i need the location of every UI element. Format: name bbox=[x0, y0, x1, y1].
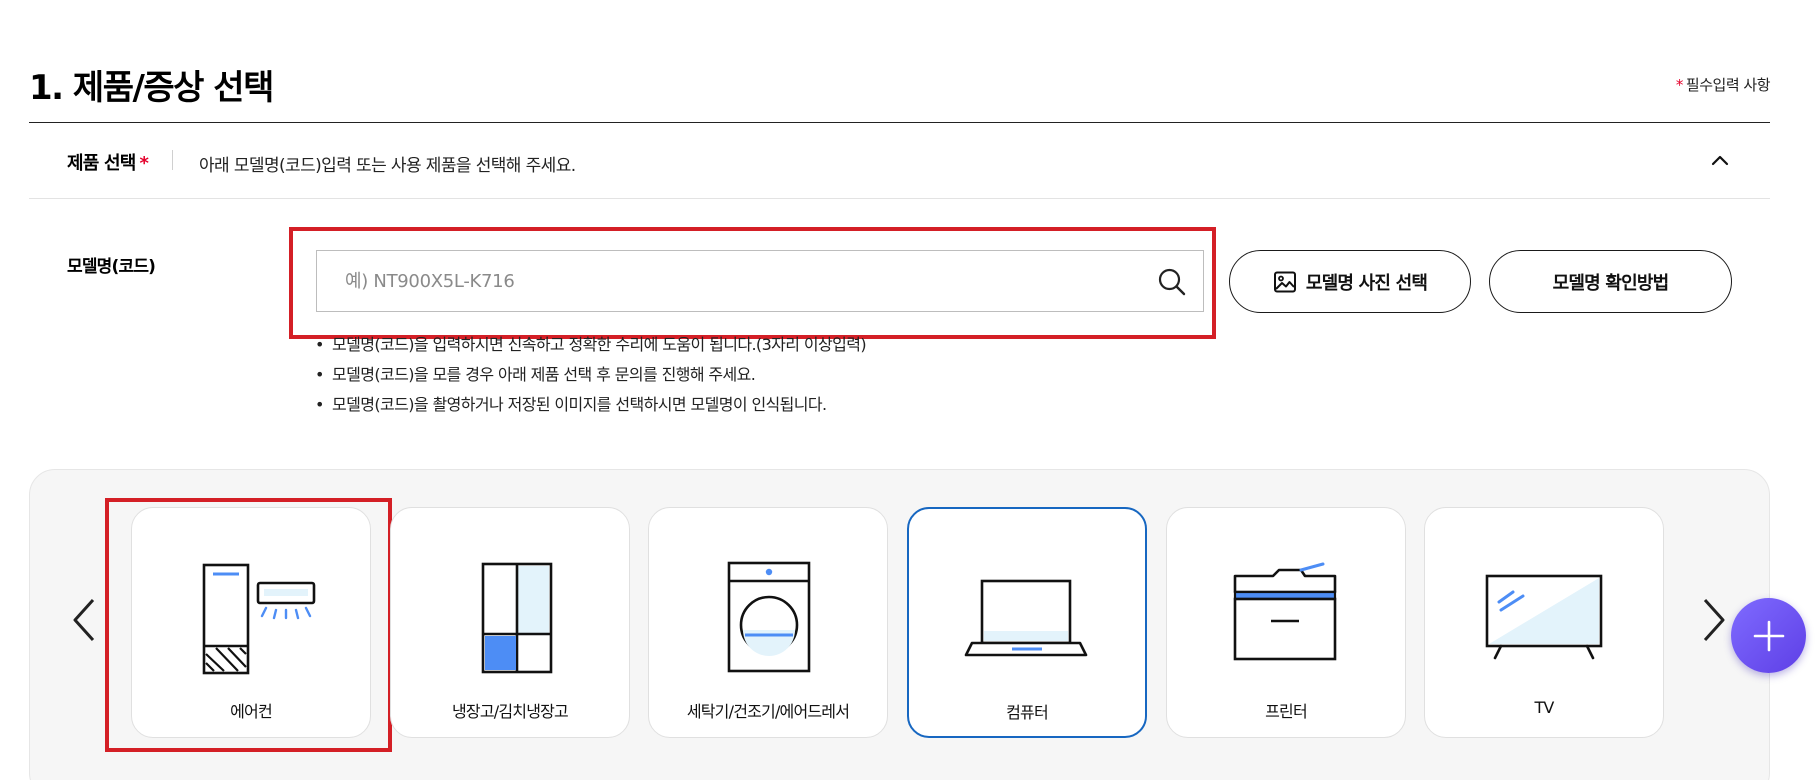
guide-item: 모델명(코드)을 모를 경우 아래 제품 선택 후 문의를 진행해 주세요. bbox=[313, 364, 866, 394]
washing-machine-icon bbox=[703, 550, 833, 675]
card-highlight-box bbox=[105, 498, 392, 752]
product-select-header: 제품 선택 * 아래 모델명(코드)입력 또는 사용 제품을 선택해 주세요. bbox=[29, 123, 1770, 199]
label-divider bbox=[172, 150, 173, 170]
required-star: * bbox=[139, 153, 149, 174]
model-search-box bbox=[316, 250, 1204, 312]
required-star: * bbox=[1675, 76, 1684, 94]
floating-plus-button[interactable] bbox=[1731, 598, 1806, 673]
carousel-prev-arrow-icon[interactable] bbox=[69, 596, 101, 644]
guide-list: 모델명(코드)을 입력하시면 신속하고 정확한 수리에 도움이 됩니다.(3자리… bbox=[313, 334, 867, 424]
category-card-washing-machine[interactable]: 세탁기/건조기/에어드레서 bbox=[648, 507, 888, 738]
search-icon[interactable] bbox=[1157, 267, 1187, 297]
category-card-printer[interactable]: 프린터 bbox=[1166, 507, 1406, 738]
product-select-label-text: 제품 선택 bbox=[67, 153, 136, 174]
category-label: 프린터 bbox=[1265, 702, 1308, 721]
category-label: 컴퓨터 bbox=[1006, 703, 1049, 722]
category-card-computer[interactable]: 컴퓨터 bbox=[907, 507, 1147, 738]
guide-item: 모델명(코드)을 촬영하거나 저장된 이미지를 선택하시면 모델명이 인식됩니다… bbox=[313, 394, 866, 424]
carousel-next-arrow-icon[interactable] bbox=[1697, 596, 1729, 644]
required-note-text: 필수입력 사항 bbox=[1685, 76, 1771, 94]
category-label: TV bbox=[1534, 698, 1554, 717]
category-label: 냉장고/김치냉장고 bbox=[452, 702, 569, 721]
product-select-description: 아래 모델명(코드)입력 또는 사용 제품을 선택해 주세요. bbox=[199, 156, 576, 176]
tv-icon bbox=[1479, 550, 1609, 675]
model-photo-select-button[interactable]: 모델명 사진 선택 bbox=[1229, 250, 1471, 313]
chevron-up-icon[interactable] bbox=[1708, 149, 1732, 173]
refrigerator-icon bbox=[445, 550, 575, 675]
model-search-input[interactable] bbox=[345, 251, 1125, 311]
guide-item: 모델명(코드)을 입력하시면 신속하고 정확한 수리에 도움이 됩니다.(3자리… bbox=[313, 334, 867, 364]
laptop-icon bbox=[962, 551, 1092, 676]
page-title: 1. 제품/증상 선택 bbox=[29, 68, 274, 108]
category-card-refrigerator[interactable]: 냉장고/김치냉장고 bbox=[390, 507, 630, 738]
model-code-label: 모델명(코드) bbox=[67, 257, 156, 277]
required-note: * 필수입력 사항 bbox=[1675, 74, 1771, 95]
image-icon bbox=[1273, 271, 1296, 292]
plus-icon bbox=[1753, 620, 1784, 651]
category-label: 세탁기/건조기/에어드레서 bbox=[686, 702, 850, 721]
category-card-tv[interactable]: TV bbox=[1424, 507, 1664, 738]
product-select-label: 제품 선택 * bbox=[67, 149, 149, 175]
model-check-guide-label: 모델명 확인방법 bbox=[1552, 272, 1670, 294]
model-check-guide-button[interactable]: 모델명 확인방법 bbox=[1489, 250, 1732, 313]
model-photo-select-label: 모델명 사진 선택 bbox=[1305, 272, 1428, 294]
printer-icon bbox=[1221, 550, 1351, 675]
